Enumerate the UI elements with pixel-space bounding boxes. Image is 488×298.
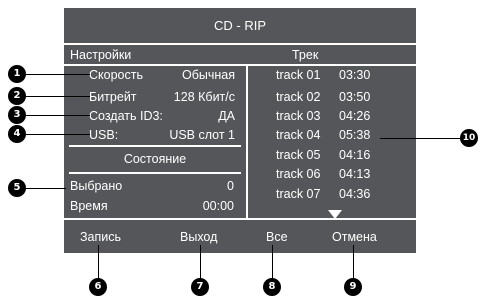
callout-7: 7 (191, 278, 209, 296)
settings-divider (69, 145, 241, 147)
setting-value-speed[interactable]: Обычная (160, 67, 235, 83)
exit-button[interactable]: Выход (180, 229, 217, 245)
callout-1: 1 (8, 65, 26, 83)
track-name[interactable]: track 07 (276, 186, 320, 202)
track-time: 04:13 (339, 167, 371, 181)
callout-leader (26, 96, 90, 97)
status-label-selected: Выбрано (70, 179, 123, 193)
bottom-divider (64, 218, 416, 220)
status-value-selected: 0 (227, 179, 234, 193)
record-button[interactable]: Запись (80, 229, 121, 245)
callout-leader (380, 138, 460, 139)
track-name[interactable]: track 05 (276, 147, 320, 163)
callout-3: 3 (8, 106, 26, 124)
setting-value-usb[interactable]: USB слот 1 (160, 127, 235, 143)
status-label-time: Время (70, 199, 108, 213)
title-divider (64, 43, 416, 45)
callout-leader (200, 245, 201, 279)
track-name[interactable]: track 03 (276, 108, 320, 124)
track-name[interactable]: track 04 (276, 127, 320, 143)
track-time: 03:50 (339, 90, 371, 104)
callout-leader (26, 134, 90, 135)
setting-label-usb: USB: (89, 128, 119, 142)
callout-9: 9 (344, 278, 362, 296)
screen-title: CD - RIP (214, 18, 266, 33)
setting-value-id3[interactable]: ДА (160, 108, 235, 124)
callout-8: 8 (263, 278, 281, 296)
track-header: Трек (292, 48, 319, 62)
callout-leader (26, 188, 66, 189)
settings-header: Настройки (70, 48, 132, 62)
callout-5: 5 (8, 179, 26, 197)
callout-leader (98, 245, 99, 279)
cancel-button[interactable]: Отмена (332, 229, 377, 245)
callout-10: 10 (460, 129, 478, 147)
panel-divider (246, 64, 248, 218)
status-value-time: 00:00 (202, 199, 234, 213)
status-divider (69, 172, 241, 174)
track-name[interactable]: track 01 (276, 67, 320, 83)
select-all-button[interactable]: Все (266, 229, 288, 245)
track-name[interactable]: track 02 (276, 89, 320, 105)
callout-6: 6 (89, 278, 107, 296)
setting-label-speed: Скорость (89, 68, 143, 82)
callout-4: 4 (8, 125, 26, 143)
track-name[interactable]: track 06 (276, 166, 320, 182)
track-time: 04:16 (339, 148, 371, 162)
callout-leader (353, 245, 354, 279)
track-time: 04:36 (339, 187, 371, 201)
callout-leader (26, 115, 90, 116)
track-time: 04:26 (339, 109, 371, 123)
setting-value-bitrate[interactable]: 128 Кбит/с (160, 89, 235, 105)
callout-2: 2 (8, 87, 26, 105)
setting-label-id3: Создать ID3: (89, 109, 163, 123)
callout-leader (272, 245, 273, 279)
setting-label-bitrate: Битрейт (89, 90, 137, 104)
callout-leader (26, 74, 90, 75)
status-header: Состояние (123, 152, 187, 166)
cd-rip-screen: CD - RIP Настройки Скорость Обычная Битр… (64, 8, 416, 253)
track-time: 05:38 (339, 128, 371, 142)
header-divider (64, 64, 416, 66)
track-time: 03:30 (339, 68, 371, 82)
